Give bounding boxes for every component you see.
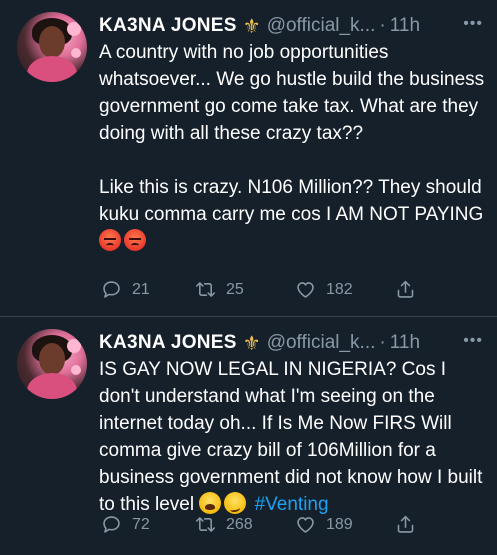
share-button[interactable] xyxy=(395,514,426,535)
angry-face-emoji xyxy=(99,229,121,251)
retweet-count: 268 xyxy=(226,515,253,533)
timestamp[interactable]: 11h xyxy=(390,15,420,37)
share-icon xyxy=(397,280,414,298)
reply-count: 21 xyxy=(132,280,150,298)
angry-face-emoji xyxy=(124,229,146,251)
reply-icon xyxy=(103,516,120,533)
tweet-actions: 72 268 189 xyxy=(99,514,487,540)
tweet-header: KA3NA JONES ⚜ @official_k... · 11h ••• xyxy=(99,13,487,39)
retweet-icon xyxy=(195,517,216,532)
more-options-icon[interactable]: ••• xyxy=(463,15,483,33)
author-name[interactable]: KA3NA JONES xyxy=(99,15,237,37)
woozy-face-emoji xyxy=(224,492,247,514)
retweet-icon xyxy=(195,282,216,297)
author-handle[interactable]: @official_k... xyxy=(267,332,376,354)
weary-face-emoji xyxy=(199,492,222,514)
like-count: 189 xyxy=(326,515,353,533)
retweet-button[interactable]: 25 xyxy=(195,279,244,300)
tweet-paragraph: IS GAY NOW LEGAL IN NIGERIA? Cos I don't… xyxy=(99,359,483,515)
heart-icon xyxy=(297,517,314,533)
more-options-icon[interactable]: ••• xyxy=(463,332,483,350)
tweet-paragraph: Like this is crazy. N106 Million?? They … xyxy=(99,174,489,255)
reply-button[interactable]: 21 xyxy=(101,279,150,300)
fleur-de-lis-icon: ⚜ xyxy=(242,15,261,38)
share-button[interactable] xyxy=(395,279,426,300)
reply-icon xyxy=(103,281,120,298)
retweet-button[interactable]: 268 xyxy=(195,514,253,535)
author-name[interactable]: KA3NA JONES xyxy=(99,332,237,354)
share-icon xyxy=(397,515,414,533)
like-count: 182 xyxy=(326,280,353,298)
tweet-text: IS GAY NOW LEGAL IN NIGERIA? Cos I don't… xyxy=(99,356,489,518)
author-handle[interactable]: @official_k... xyxy=(267,15,376,37)
like-button[interactable]: 189 xyxy=(295,514,353,535)
tweet-actions: 21 25 182 xyxy=(99,279,487,305)
reply-button[interactable]: 72 xyxy=(101,514,150,535)
tweet-paragraph: A country with no job opportunities what… xyxy=(99,42,485,144)
separator-dot: · xyxy=(379,15,386,36)
tweet[interactable]: KA3NA JONES ⚜ @official_k... · 11h ••• I… xyxy=(0,317,497,555)
tweet-text: A country with no job opportunities what… xyxy=(99,39,489,255)
tweet[interactable]: KA3NA JONES ⚜ @official_k... · 11h ••• A… xyxy=(0,0,497,317)
like-button[interactable]: 182 xyxy=(295,279,353,300)
tweet-header: KA3NA JONES ⚜ @official_k... · 11h ••• xyxy=(99,330,487,356)
retweet-count: 25 xyxy=(226,280,244,298)
heart-icon xyxy=(297,282,314,298)
avatar[interactable] xyxy=(17,12,87,82)
avatar[interactable] xyxy=(17,329,87,399)
fleur-de-lis-icon: ⚜ xyxy=(242,332,261,355)
reply-count: 72 xyxy=(132,515,150,533)
hashtag-link[interactable]: #Venting xyxy=(255,494,329,515)
separator-dot: · xyxy=(379,332,386,353)
timestamp[interactable]: 11h xyxy=(390,332,420,354)
